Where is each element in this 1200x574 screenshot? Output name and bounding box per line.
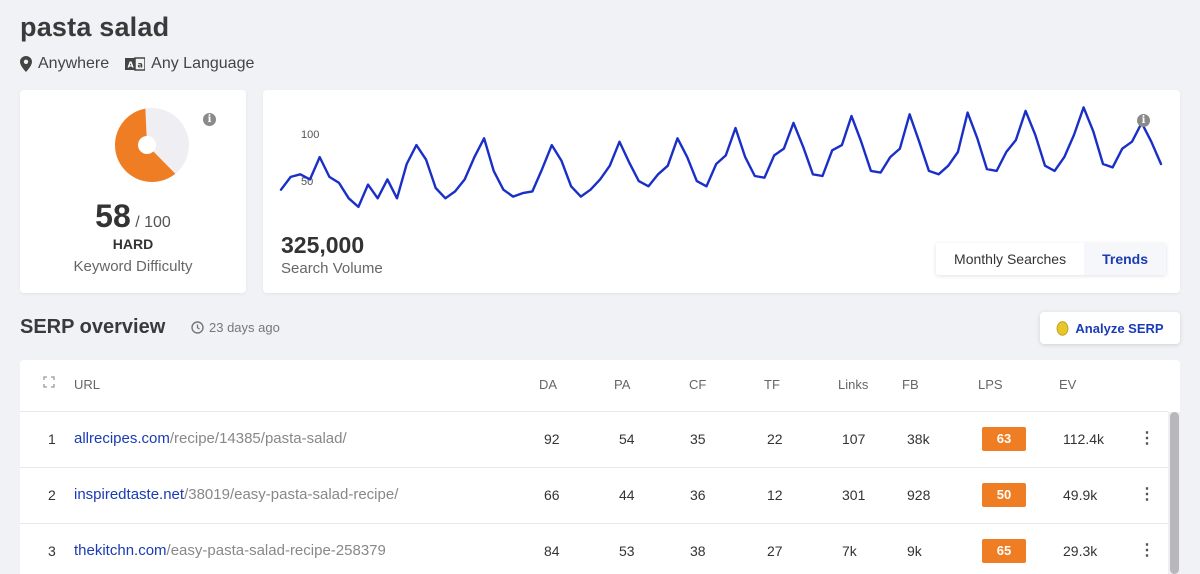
column-ev[interactable]: EV	[1059, 377, 1076, 392]
difficulty-level: HARD	[112, 236, 154, 252]
keyword-filters: Anywhere Aa Any Language	[20, 55, 254, 73]
row-fb: 928	[907, 487, 931, 503]
tab-monthly-searches[interactable]: Monthly Searches	[936, 243, 1084, 275]
row-domain[interactable]: thekitchn.com	[74, 542, 167, 559]
column-cf[interactable]: CF	[689, 377, 706, 392]
lemon-icon	[1057, 320, 1069, 336]
column-lps[interactable]: LPS	[978, 377, 1003, 392]
row-pa: 44	[619, 487, 635, 503]
row-tf: 27	[767, 543, 783, 559]
lps-badge: 50	[982, 483, 1026, 507]
column-pa[interactable]: PA	[614, 377, 630, 392]
y-tick-100: 100	[301, 129, 319, 141]
table-row: 2 inspiredtaste.net/38019/easy-pasta-sal…	[20, 467, 1168, 523]
table-row: 1 allrecipes.com/recipe/14385/pasta-sala…	[20, 411, 1168, 467]
more-options-icon[interactable]: ⋮	[1139, 484, 1155, 504]
expand-icon[interactable]	[43, 376, 55, 388]
keyword-title: pasta salad	[20, 12, 170, 42]
svg-text:A: A	[128, 61, 135, 70]
serp-table: URL DA PA CF TF Links FB LPS EV 1 allrec…	[20, 360, 1180, 574]
row-fb: 9k	[907, 543, 922, 559]
lps-badge: 65	[982, 539, 1026, 563]
analyze-serp-label: Analyze SERP	[1075, 320, 1164, 336]
row-domain[interactable]: allrecipes.com	[74, 430, 170, 447]
row-tf: 12	[767, 487, 783, 503]
row-ev: 49.9k	[1063, 487, 1098, 503]
location-pin-icon	[20, 56, 32, 72]
row-rank: 3	[48, 543, 56, 559]
row-pa: 54	[619, 431, 635, 447]
column-links[interactable]: Links	[838, 377, 868, 392]
search-volume-value: 325,000	[281, 232, 365, 258]
serp-overview-title: SERP overview	[20, 316, 166, 338]
row-url[interactable]: thekitchn.com/easy-pasta-salad-recipe-25…	[74, 542, 386, 559]
row-fb: 38k	[907, 431, 930, 447]
keyword-difficulty-card: i 58 / 100 HARD Keyword Difficulty	[20, 90, 246, 293]
row-url[interactable]: inspiredtaste.net/38019/easy-pasta-salad…	[74, 486, 398, 503]
row-links: 7k	[842, 543, 857, 559]
difficulty-donut	[114, 108, 189, 182]
trend-line	[279, 106, 1163, 209]
row-url[interactable]: allrecipes.com/recipe/14385/pasta-salad/	[74, 430, 347, 447]
column-tf[interactable]: TF	[764, 377, 780, 392]
row-path[interactable]: /easy-pasta-salad-recipe-258379	[167, 542, 386, 559]
column-url[interactable]: URL	[74, 377, 100, 392]
row-pa: 53	[619, 543, 635, 559]
row-path[interactable]: /recipe/14385/pasta-salad/	[170, 430, 347, 447]
svg-text:a: a	[138, 61, 143, 70]
row-rank: 1	[48, 431, 56, 447]
more-options-icon[interactable]: ⋮	[1139, 428, 1155, 448]
tab-trends[interactable]: Trends	[1084, 243, 1166, 275]
difficulty-value: 58	[95, 198, 131, 234]
lps-badge: 63	[982, 427, 1026, 451]
difficulty-caption: Keyword Difficulty	[73, 258, 193, 275]
serp-updated-label: 23 days ago	[209, 320, 280, 335]
row-cf: 38	[690, 543, 706, 559]
row-cf: 35	[690, 431, 706, 447]
row-rank: 2	[48, 487, 56, 503]
language-label: Any Language	[151, 55, 255, 72]
row-cf: 36	[690, 487, 706, 503]
volume-view-toggle: Monthly Searches Trends	[936, 243, 1166, 275]
info-icon[interactable]: i	[203, 113, 216, 126]
trend-chart: 100 50	[279, 106, 1163, 209]
table-row: 3 thekitchn.com/easy-pasta-salad-recipe-…	[20, 523, 1168, 574]
search-volume-card: 100 50 i 325,000 Search Volume Monthly S…	[263, 90, 1180, 293]
table-header: URL DA PA CF TF Links FB LPS EV	[20, 360, 1180, 412]
analyze-serp-button[interactable]: Analyze SERP	[1040, 312, 1180, 344]
scrollbar-thumb[interactable]	[1170, 412, 1179, 574]
info-icon[interactable]: i	[1137, 114, 1150, 127]
row-tf: 22	[767, 431, 783, 447]
row-da: 84	[544, 543, 560, 559]
row-da: 92	[544, 431, 560, 447]
column-fb[interactable]: FB	[902, 377, 919, 392]
row-ev: 112.4k	[1063, 431, 1104, 447]
row-links: 301	[842, 487, 866, 503]
serp-updated: 23 days ago	[191, 320, 280, 335]
row-domain[interactable]: inspiredtaste.net	[74, 486, 184, 503]
row-da: 66	[544, 487, 560, 503]
translate-icon: Aa	[125, 57, 146, 71]
difficulty-max: / 100	[135, 214, 171, 231]
table-scrollbar[interactable]	[1168, 412, 1180, 574]
language-filter[interactable]: Aa Any Language	[125, 55, 254, 73]
row-links: 107	[842, 431, 866, 447]
row-ev: 29.3k	[1063, 543, 1098, 559]
search-volume-caption: Search Volume	[281, 260, 383, 277]
location-filter[interactable]: Anywhere	[20, 55, 109, 73]
location-label: Anywhere	[38, 55, 110, 72]
row-path[interactable]: /38019/easy-pasta-salad-recipe/	[184, 486, 398, 503]
more-options-icon[interactable]: ⋮	[1139, 540, 1155, 560]
difficulty-score: 58 / 100	[20, 198, 246, 235]
column-da[interactable]: DA	[539, 377, 557, 392]
clock-icon	[191, 321, 204, 334]
